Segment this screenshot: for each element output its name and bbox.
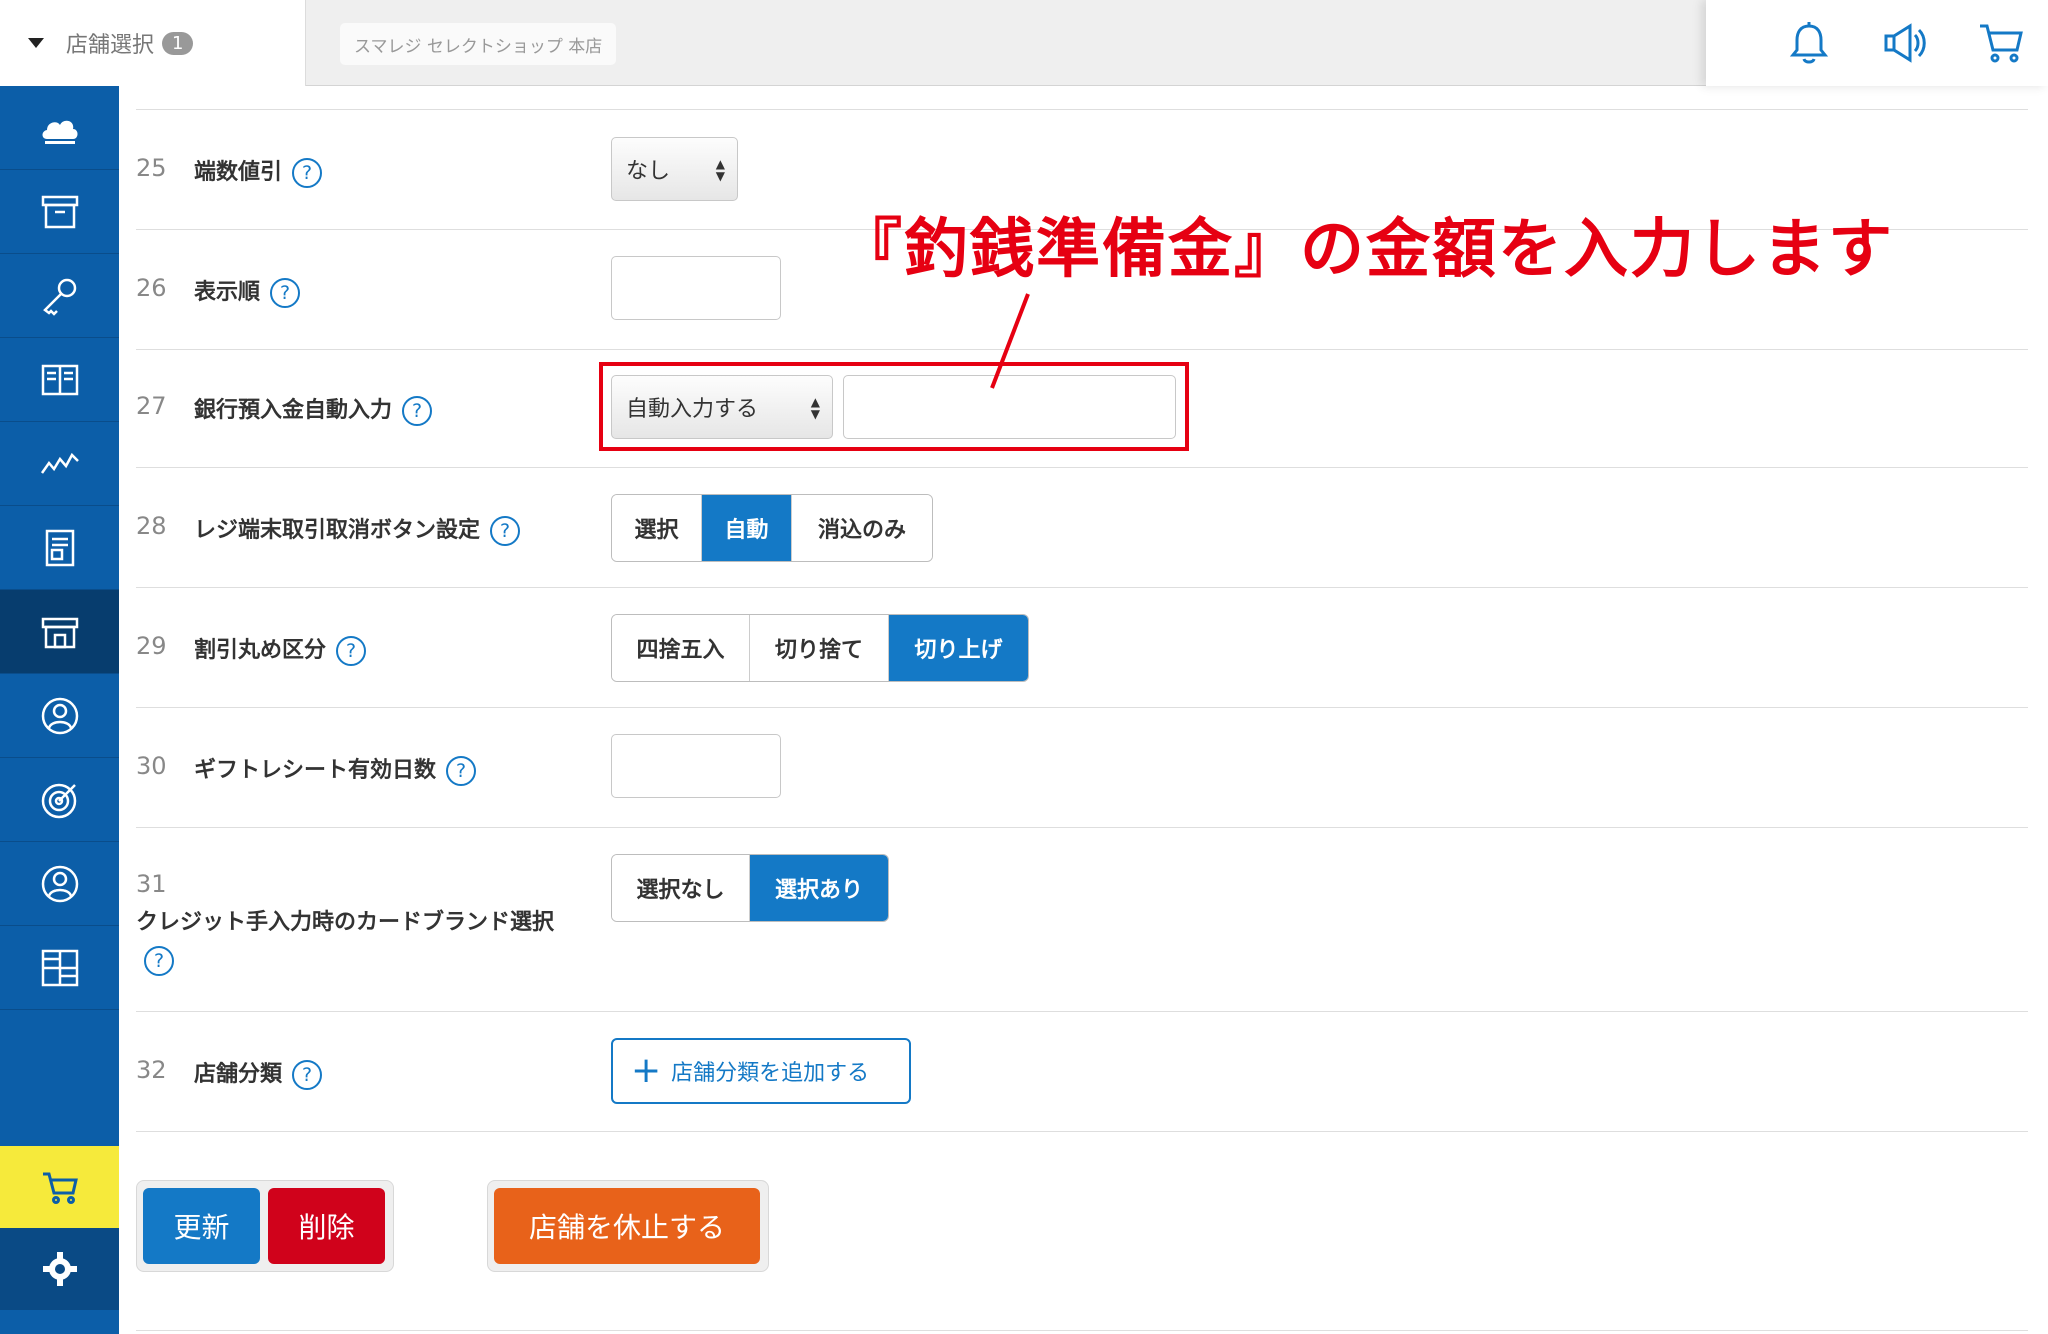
option-select[interactable]: 選択 (612, 495, 702, 561)
sidebar-item-user[interactable] (0, 842, 119, 926)
help-icon[interactable]: ? (490, 516, 521, 546)
settings-row-28: 28 レジ端末取引取消ボタン設定? 選択 自動 消込のみ (136, 467, 2028, 587)
key-icon (42, 278, 76, 316)
row-label: 割引丸め区分? (194, 632, 367, 666)
sidebar-item-book[interactable] (0, 338, 119, 422)
sidebar-item-cloud[interactable] (0, 86, 119, 170)
cart-icon (42, 1172, 78, 1204)
row-number: 25 (136, 154, 167, 182)
row-label: 店舗分類? (194, 1056, 323, 1090)
annotation-pointer-line (990, 293, 1030, 389)
sidebar-item-apps[interactable] (0, 926, 119, 1010)
delete-button[interactable]: 削除 (268, 1188, 385, 1264)
sidebar-item-chart[interactable] (0, 422, 119, 506)
cancel-button-setting-group: 選択 自動 消込のみ (611, 494, 933, 562)
option-round-up[interactable]: 切り上げ (889, 615, 1028, 681)
discount-rounding-group: 四捨五入 切り捨て 切り上げ (611, 614, 1029, 682)
customer-icon (41, 697, 78, 734)
plus-icon: + (631, 1050, 662, 1091)
store-count-badge: 1 (162, 31, 194, 55)
sidebar-item-customer[interactable] (0, 674, 119, 758)
help-icon[interactable]: ? (402, 396, 433, 426)
annotation-highlight-box (599, 362, 1189, 451)
row-label: 銀行預入金自動入力? (194, 392, 433, 426)
row-number: 29 (136, 632, 167, 660)
megaphone-icon[interactable] (1880, 18, 1930, 68)
help-icon[interactable]: ? (336, 636, 367, 666)
help-icon[interactable]: ? (144, 946, 174, 976)
settings-row-32: 32 店舗分類? + 店舗分類を追加する (136, 1011, 2028, 1131)
store-icon (41, 617, 78, 648)
top-icons (1706, 0, 2048, 86)
row-number: 27 (136, 392, 167, 420)
annotation-text: 『釣銭準備金』の金額を入力します (838, 213, 1894, 287)
row-label: クレジット手入力時のカードブランド選択 (136, 910, 555, 935)
row-number: 32 (136, 1056, 167, 1084)
sidebar-item-archive[interactable] (0, 170, 119, 254)
option-auto[interactable]: 自動 (702, 495, 792, 561)
gear-icon (42, 1252, 77, 1286)
row-number: 30 (136, 752, 167, 780)
row-number: 31 (136, 870, 167, 898)
add-store-category-button[interactable]: + 店舗分類を追加する (611, 1038, 911, 1104)
cloud-icon (42, 120, 77, 144)
sidebar-cart-button[interactable] (0, 1146, 119, 1228)
help-icon[interactable]: ? (292, 1060, 323, 1090)
select-arrows-icon: ▲ ▼ (715, 157, 725, 183)
option-no-selection[interactable]: 選択なし (612, 855, 750, 921)
option-reconcile-only[interactable]: 消込のみ (792, 495, 932, 561)
user-icon (41, 865, 78, 902)
caret-down-icon (28, 38, 44, 48)
footer-suspend-group: 店舗を休止する (487, 1180, 769, 1272)
bell-icon[interactable] (1784, 18, 1834, 68)
help-icon[interactable]: ? (292, 158, 323, 188)
bottom-divider (136, 1330, 2028, 1331)
row-number: 26 (136, 274, 167, 302)
divider (136, 1131, 2028, 1132)
current-store-name: スマレジ セレクトショップ 本店 (340, 23, 617, 65)
card-brand-select-group: 選択なし 選択あり (611, 854, 889, 922)
sidebar-item-report[interactable] (0, 506, 119, 590)
option-with-selection[interactable]: 選択あり (750, 855, 888, 921)
row-label: 端数値引? (194, 154, 323, 188)
store-select-dropdown[interactable]: 店舗選択 1 (0, 0, 306, 86)
row-number: 28 (136, 512, 167, 540)
line-chart-icon (40, 452, 79, 474)
settings-row-31: 31 クレジット手入力時のカードブランド選択 ? 選択なし 選択あり (136, 827, 2028, 1011)
target-icon (41, 783, 76, 818)
help-icon[interactable]: ? (270, 278, 301, 308)
help-icon[interactable]: ? (446, 756, 477, 786)
report-icon (45, 529, 74, 566)
footer-action-group: 更新 削除 (136, 1180, 394, 1272)
store-select-label: 店舗選択 (66, 33, 155, 58)
row-label: ギフトレシート有効日数? (194, 752, 477, 786)
sidebar-settings-button[interactable] (0, 1228, 119, 1310)
display-order-input[interactable] (611, 256, 781, 320)
apps-grid-icon (41, 949, 78, 986)
settings-row-30: 30 ギフトレシート有効日数? (136, 707, 2028, 827)
book-icon (41, 364, 78, 395)
option-round-down[interactable]: 切り捨て (750, 615, 889, 681)
sidebar-item-key[interactable] (0, 254, 119, 338)
row-label: レジ端末取引取消ボタン設定? (194, 512, 521, 546)
fraction-discount-select[interactable]: なし ▲ ▼ (611, 137, 738, 201)
sidebar-item-store[interactable] (0, 590, 119, 674)
archive-box-icon (41, 195, 78, 228)
cart-icon[interactable] (1976, 18, 2026, 68)
settings-row-29: 29 割引丸め区分? 四捨五入 切り捨て 切り上げ (136, 587, 2028, 707)
suspend-store-button[interactable]: 店舗を休止する (494, 1188, 760, 1264)
gift-receipt-days-input[interactable] (611, 734, 781, 798)
row-label: 表示順? (194, 274, 301, 308)
option-round[interactable]: 四捨五入 (612, 615, 750, 681)
sidebar-item-target[interactable] (0, 758, 119, 842)
update-button[interactable]: 更新 (143, 1188, 260, 1264)
